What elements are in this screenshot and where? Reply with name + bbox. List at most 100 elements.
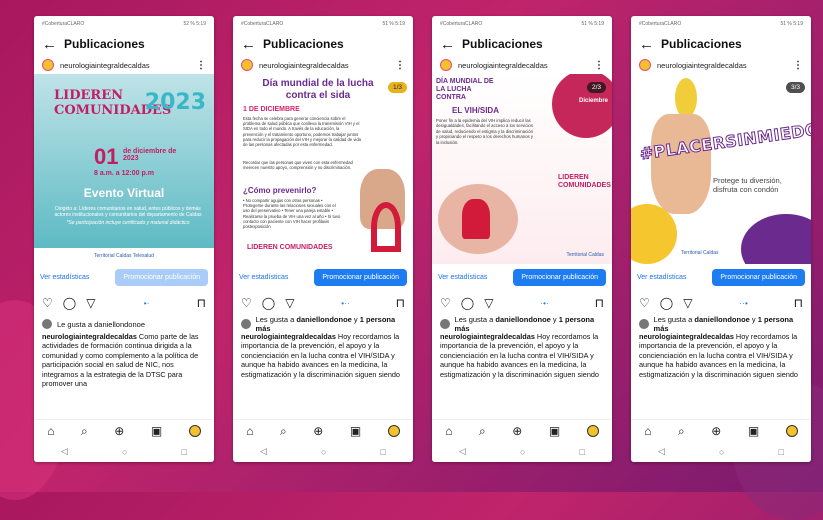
system-back-icon[interactable]: ◁ (459, 446, 466, 457)
more-options-icon[interactable]: ⋮ (594, 60, 604, 71)
back-arrow-icon[interactable]: ← (42, 36, 64, 53)
post-image[interactable]: Día mundial de la lucha contra el sida 1… (233, 74, 413, 264)
likes-text[interactable]: Les gusta a daniellondonoe y 1 persona m… (256, 315, 405, 333)
avatar[interactable] (639, 59, 651, 71)
account-row[interactable]: neurologiaintegraldecaldas ⋮ (631, 56, 811, 74)
promote-button[interactable]: Promocionar publicación (712, 268, 805, 286)
more-options-icon[interactable]: ⋮ (793, 60, 803, 71)
account-row[interactable]: neurologiaintegraldecaldas ⋮ (233, 56, 413, 74)
account-row[interactable]: neurologiaintegraldecaldas ⋮ (34, 56, 214, 74)
like-icon[interactable]: ♡ (440, 296, 451, 310)
promote-button[interactable]: Promocionar publicación (115, 268, 208, 286)
like-icon[interactable]: ♡ (241, 296, 252, 310)
likes-text[interactable]: Les gusta a daniellondonoe y 1 persona m… (455, 315, 604, 333)
view-stats-button[interactable]: Ver estadísticas (438, 274, 487, 281)
profile-avatar[interactable] (785, 425, 798, 437)
more-options-icon[interactable]: ⋮ (196, 60, 206, 71)
post-image[interactable]: 2/3 Diciembre DÍA MUNDIAL DE LA LUCHA CO… (432, 74, 612, 264)
account-name[interactable]: neurologiaintegraldecaldas (657, 61, 793, 70)
post-body: Poner fin a la epidemia del VIH implica … (436, 118, 533, 145)
account-name[interactable]: neurologiaintegraldecaldas (60, 61, 196, 70)
home-icon[interactable]: ⌂ (47, 424, 54, 438)
home-icon[interactable]: ⌂ (445, 424, 452, 438)
reels-icon[interactable]: ▣ (549, 424, 560, 438)
likes-user[interactable]: daniellondonoe (296, 315, 351, 324)
profile-avatar[interactable] (586, 425, 599, 437)
add-post-icon[interactable]: ⊕ (711, 424, 721, 438)
like-icon[interactable]: ♡ (639, 296, 650, 310)
search-icon[interactable]: ⌕ (479, 424, 486, 439)
back-arrow-icon[interactable]: ← (241, 36, 263, 53)
comment-icon[interactable]: ◯ (660, 296, 673, 310)
view-stats-button[interactable]: Ver estadísticas (637, 274, 686, 281)
caption-username[interactable]: neurologiaintegraldecaldas (440, 332, 535, 341)
likes-user[interactable]: daniellondonoe (495, 315, 550, 324)
profile-avatar[interactable] (188, 425, 201, 437)
likes-text[interactable]: Les gusta a daniellondonoe y 1 persona m… (654, 315, 803, 333)
add-post-icon[interactable]: ⊕ (313, 424, 323, 438)
account-row[interactable]: neurologiaintegraldecaldas ⋮ (432, 56, 612, 74)
post-question: ¿Cómo prevenirlo? (243, 186, 317, 195)
post-date: 1 DE DICIEMBRE (243, 106, 300, 113)
likes-line[interactable]: Le gusta a daniellondonoe (34, 316, 214, 332)
system-back-icon[interactable]: ◁ (61, 446, 68, 457)
avatar[interactable] (42, 59, 54, 71)
save-icon[interactable]: ⊓ (595, 296, 604, 310)
post-image[interactable]: 3/3 #PLACERSINMIEDO Protege tu diversión… (631, 74, 811, 264)
comment-icon[interactable]: ◯ (461, 296, 474, 310)
save-icon[interactable]: ⊓ (197, 296, 206, 310)
save-icon[interactable]: ⊓ (794, 296, 803, 310)
share-icon[interactable]: ▽ (86, 296, 95, 310)
profile-avatar[interactable] (387, 425, 400, 437)
home-icon[interactable]: ⌂ (644, 424, 651, 438)
system-home-icon[interactable]: ○ (520, 447, 525, 457)
system-back-icon[interactable]: ◁ (260, 446, 267, 457)
home-icon[interactable]: ⌂ (246, 424, 253, 438)
system-recent-icon[interactable]: □ (381, 447, 386, 457)
caption-username[interactable]: neurologiaintegraldecaldas (42, 332, 137, 341)
back-arrow-icon[interactable]: ← (440, 36, 462, 53)
share-icon[interactable]: ▽ (484, 296, 493, 310)
view-stats-button[interactable]: Ver estadísticas (40, 274, 89, 281)
search-icon[interactable]: ⌕ (81, 424, 88, 439)
system-recent-icon[interactable]: □ (580, 447, 585, 457)
comment-icon[interactable]: ◯ (262, 296, 275, 310)
promote-button[interactable]: Promocionar publicación (513, 268, 606, 286)
caption-username[interactable]: neurologiaintegraldecaldas (241, 332, 336, 341)
likes-line[interactable]: Les gusta a daniellondonoe y 1 persona m… (631, 315, 811, 333)
likes-line[interactable]: Les gusta a daniellondonoe y 1 persona m… (432, 315, 612, 333)
carrier-text: #CoberturaCLARO (241, 21, 284, 27)
system-recent-icon[interactable]: □ (182, 447, 187, 457)
view-stats-button[interactable]: Ver estadísticas (239, 274, 288, 281)
share-icon[interactable]: ▽ (285, 296, 294, 310)
account-name[interactable]: neurologiaintegraldecaldas (458, 61, 594, 70)
promote-button[interactable]: Promocionar publicación (314, 268, 407, 286)
back-arrow-icon[interactable]: ← (639, 36, 661, 53)
avatar[interactable] (440, 59, 452, 71)
account-name[interactable]: neurologiaintegraldecaldas (259, 61, 395, 70)
share-icon[interactable]: ▽ (683, 296, 692, 310)
likes-user[interactable]: daniellondonoe (694, 315, 749, 324)
system-home-icon[interactable]: ○ (122, 447, 127, 457)
caption-username[interactable]: neurologiaintegraldecaldas (639, 332, 734, 341)
comment-icon[interactable]: ◯ (63, 296, 76, 310)
likes-text[interactable]: Le gusta a daniellondonoe (57, 320, 145, 329)
search-icon[interactable]: ⌕ (280, 424, 287, 439)
avatar[interactable] (241, 59, 253, 71)
reels-icon[interactable]: ▣ (748, 424, 759, 438)
system-back-icon[interactable]: ◁ (658, 446, 665, 457)
more-options-icon[interactable]: ⋮ (395, 60, 405, 71)
add-post-icon[interactable]: ⊕ (114, 424, 124, 438)
search-icon[interactable]: ⌕ (678, 424, 685, 439)
reels-icon[interactable]: ▣ (350, 424, 361, 438)
system-recent-icon[interactable]: □ (779, 447, 784, 457)
system-home-icon[interactable]: ○ (719, 447, 724, 457)
likes-line[interactable]: Les gusta a daniellondonoe y 1 persona m… (233, 315, 413, 333)
reels-icon[interactable]: ▣ (151, 424, 162, 438)
system-home-icon[interactable]: ○ (321, 447, 326, 457)
like-icon[interactable]: ♡ (42, 296, 53, 310)
save-icon[interactable]: ⊓ (396, 296, 405, 310)
post-footer-logos: Territorial Caldas (566, 252, 604, 258)
post-image[interactable]: LIDEREN COMUNIDADES 2023 01 de diciembre… (34, 74, 214, 264)
add-post-icon[interactable]: ⊕ (512, 424, 522, 438)
